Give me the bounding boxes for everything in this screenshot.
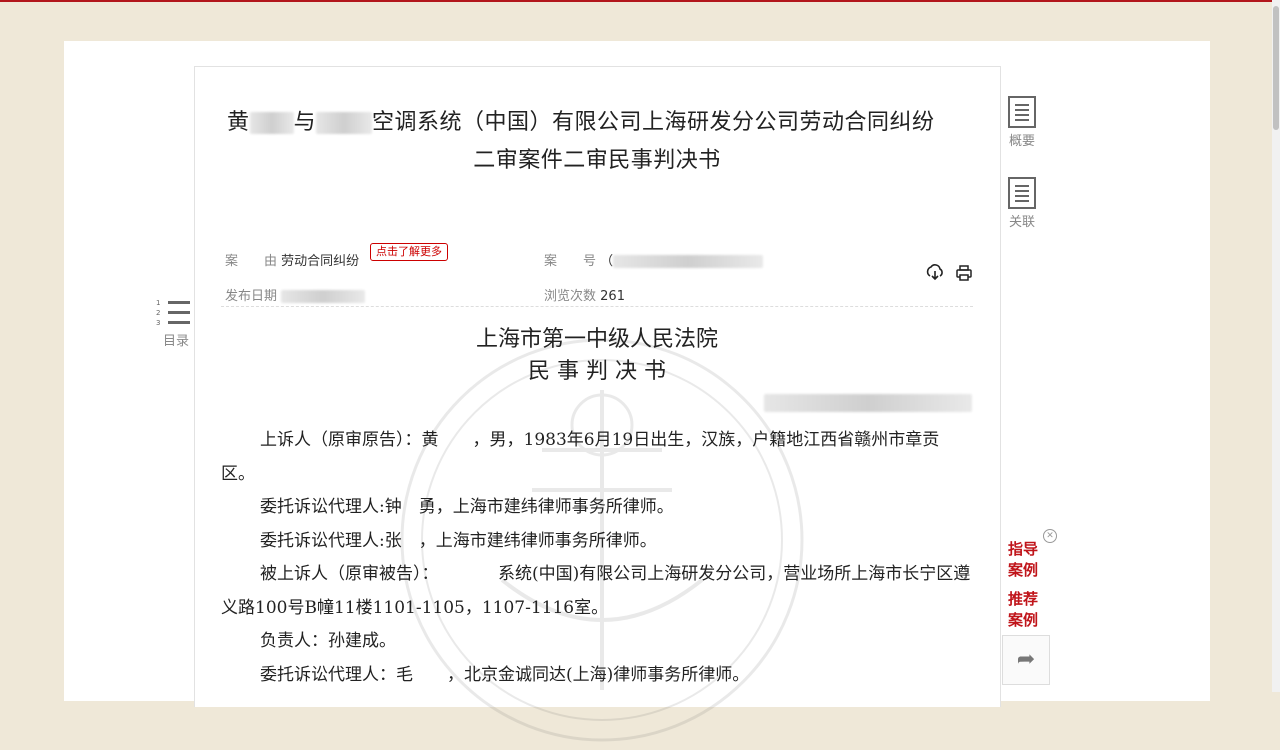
title-text-part1: 黄 <box>227 110 250 135</box>
recommend-line2: 案例 <box>1008 611 1039 629</box>
list-numbered-icon: 1 2 3 <box>156 300 196 330</box>
redacted-case-no <box>613 255 764 268</box>
close-icon[interactable]: ✕ <box>1043 529 1057 543</box>
share-icon: ➦ <box>1016 647 1036 672</box>
paragraph-agent-2: 委托诉讼代理人:张 ，上海市建纬律师事务所律师。 <box>260 530 657 551</box>
court-header: 上海市第一中级人民法院 民 事 判 决 书 <box>197 324 997 388</box>
related-label: 关联 <box>1008 215 1035 230</box>
top-accent-bar <box>0 0 1280 2</box>
case-no-label: 案 号 <box>544 254 597 269</box>
recommended-cases-link[interactable]: 推荐 案例 <box>1008 589 1038 631</box>
summary-button[interactable]: 概要 <box>1004 96 1040 149</box>
share-button[interactable]: ➦ <box>1002 635 1050 685</box>
court-name: 上海市第一中级人民法院 <box>475 327 718 352</box>
cause-label: 案 由 <box>225 254 278 269</box>
case-no-value: （ <box>600 254 614 269</box>
meta-publish-date: 发布日期 <box>225 285 366 304</box>
title-text-part3: 空调系统（中国）有限公司上海研发分公司劳动合同纠纷 <box>372 110 935 135</box>
meta-case-no: 案 号 （ <box>544 250 764 269</box>
cause-value: 劳动合同纠纷 <box>281 254 360 269</box>
paragraph-agent-3: 委托诉讼代理人：毛 ，北京金诚同达(上海)律师事务所律师。 <box>260 664 750 685</box>
redacted-case-number <box>764 392 972 412</box>
scrollbar[interactable] <box>1272 0 1280 692</box>
guide-line1: 指导 <box>1008 540 1039 558</box>
guide-line2: 案例 <box>1008 561 1039 579</box>
paragraph-appellant: 上诉人（原审原告）：黄 ，男，1983年6月19日出生，汉族，户籍地江西省赣州市… <box>221 430 940 484</box>
related-button[interactable]: 关联 <box>1004 177 1040 230</box>
paragraph-agent-1: 委托诉讼代理人:钟 勇，上海市建纬律师事务所律师。 <box>260 497 674 517</box>
paragraph-responsible: 负责人：孙建成。 <box>260 631 396 651</box>
summary-label: 概要 <box>1008 134 1035 149</box>
redacted-company <box>316 112 373 134</box>
toc-button[interactable]: 1 2 3 目录 <box>156 300 196 349</box>
document-type: 民 事 判 决 书 <box>528 359 666 384</box>
learn-more-tag[interactable]: 点击了解更多 <box>370 243 448 261</box>
toc-label: 目录 <box>162 334 189 349</box>
document-icon <box>1008 177 1036 209</box>
guide-cases-link[interactable]: 指导 案例 <box>1008 539 1038 581</box>
meta-views: 浏览次数 261 <box>544 285 625 304</box>
judgment-body: 上诉人（原审原告）：黄 ，男，1983年6月19日出生，汉族，户籍地江西省赣州市… <box>221 424 973 692</box>
meta-cause: 案 由 劳动合同纠纷 <box>225 250 359 269</box>
meta-divider <box>221 306 973 307</box>
views-value: 261 <box>600 289 625 304</box>
redacted-case-number-bar <box>764 393 972 412</box>
redacted-date <box>281 290 366 303</box>
doc-tools <box>926 264 979 286</box>
download-icon[interactable] <box>926 264 950 282</box>
views-label: 浏览次数 <box>544 289 597 304</box>
document-icon <box>1008 96 1036 128</box>
print-icon[interactable] <box>955 264 979 282</box>
recommend-line1: 推荐 <box>1008 590 1039 608</box>
scrollbar-thumb[interactable] <box>1273 6 1279 130</box>
paragraph-appellee: 被上诉人（原审被告）： 系统(中国)有限公司上海研发分公司，营业场所上海市长宁区… <box>221 564 971 618</box>
title-text-part2: 与 <box>293 110 317 135</box>
redacted-name <box>249 112 294 134</box>
publish-label: 发布日期 <box>225 289 278 304</box>
